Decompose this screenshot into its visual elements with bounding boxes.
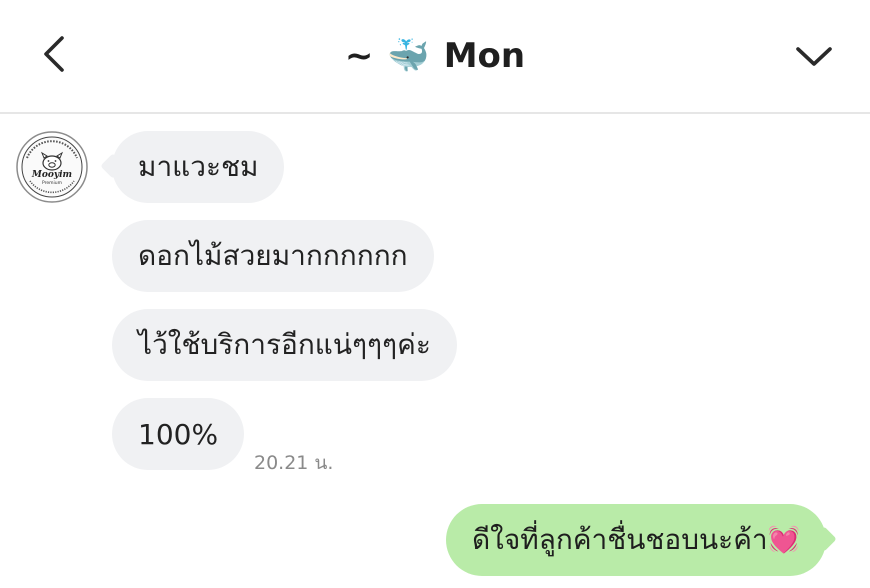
message-text: มาแวะชม xyxy=(138,150,259,183)
message-bubble-incoming[interactable]: มาแวะชม xyxy=(112,131,285,203)
mooyim-logo: Mooyim Premium xyxy=(16,131,88,203)
message-bubble-incoming[interactable]: ดอกไม้สวยมากกกกกก xyxy=(112,220,434,292)
message-text: ดีใจที่ลูกค้าชื่นชอบนะค้า xyxy=(472,523,768,556)
title-prefix: ~ xyxy=(344,36,374,76)
message-bubble-incoming[interactable]: 100% xyxy=(112,398,245,470)
avatar[interactable]: Mooyim Premium xyxy=(16,131,88,203)
svg-text:Mooyim: Mooyim xyxy=(31,170,72,180)
svg-text:Premium: Premium xyxy=(42,180,62,186)
growing-heart-icon: 💓 xyxy=(767,525,801,555)
chat-header: ~ 🐳 Mon xyxy=(0,0,870,114)
chat-screen: ~ 🐳 Mon Mooyim Premium มาแวะชม ดอกไม้สวย… xyxy=(0,0,870,588)
message-bubble-outgoing[interactable]: ดีใจที่ลูกค้าชื่นชอบนะค้า 💓 xyxy=(446,504,827,576)
message-timestamp: 20.21 น. xyxy=(254,452,334,474)
chevron-down-icon xyxy=(796,47,832,66)
message-text: 100% xyxy=(138,417,219,451)
message-bubble-incoming[interactable]: ไว้ใช้บริการอีกแน่ๆๆๆค่ะ xyxy=(112,309,457,381)
chat-title[interactable]: ~ 🐳 Mon xyxy=(0,30,870,82)
contact-name: Mon xyxy=(443,36,526,76)
message-text: ไว้ใช้บริการอีกแน่ๆๆๆค่ะ xyxy=(138,328,431,361)
collapse-button[interactable] xyxy=(788,30,840,82)
whale-icon: 🐳 xyxy=(387,36,430,76)
message-text: ดอกไม้สวยมากกกกกก xyxy=(138,239,408,272)
